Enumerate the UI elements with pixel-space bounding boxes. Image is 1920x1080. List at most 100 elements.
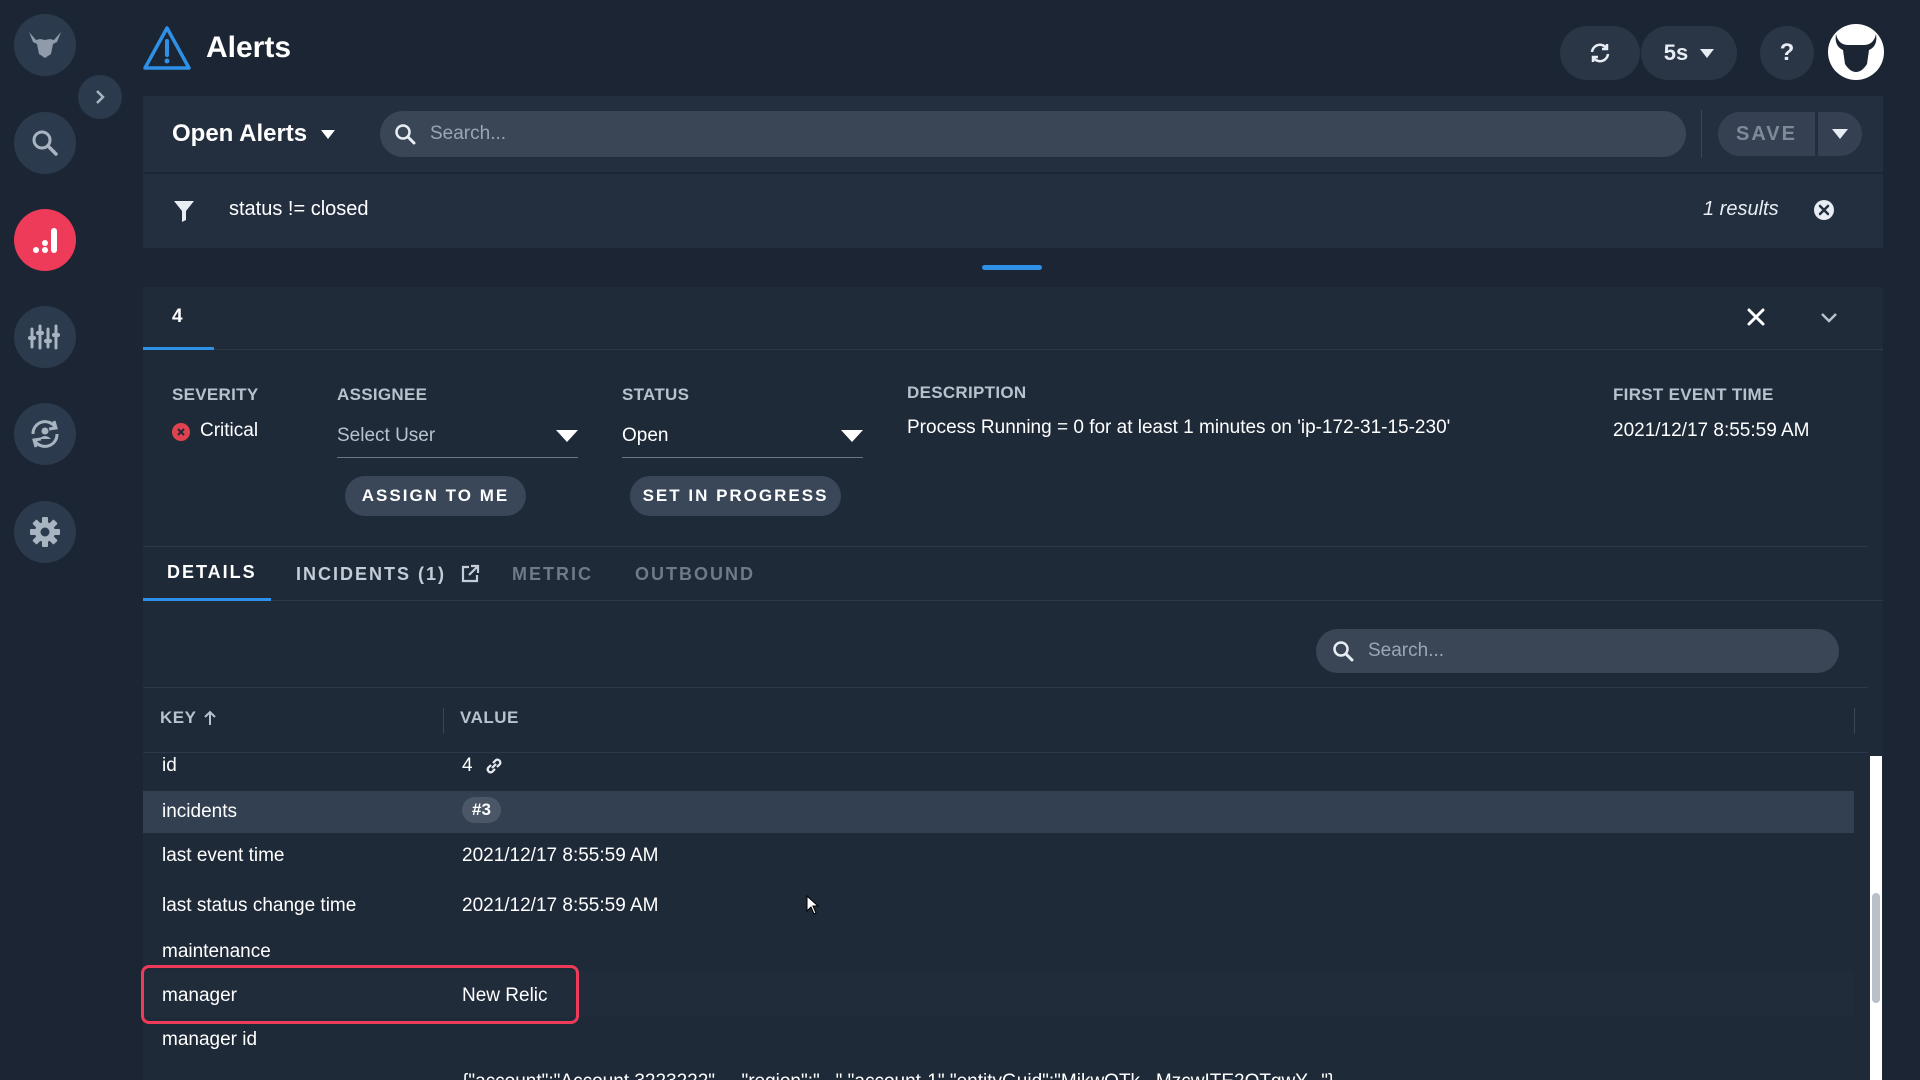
- row-key: last status change time: [162, 895, 357, 916]
- sidebar-logo[interactable]: [14, 14, 76, 76]
- row-value: 2021/12/17 8:55:59 AM: [462, 845, 659, 866]
- sidebar-item-search[interactable]: [14, 112, 76, 174]
- saved-view-label: Open Alerts: [172, 120, 308, 147]
- table-row[interactable]: incidents #3: [143, 791, 1854, 833]
- assignee-label: ASSIGNEE: [337, 385, 428, 404]
- row-key: maintenance: [162, 941, 271, 962]
- table-row[interactable]: last status change time 2021/12/17 8:55:…: [143, 879, 1854, 925]
- sidebar: [0, 0, 122, 1080]
- refresh-interval-select[interactable]: 5s: [1641, 26, 1737, 80]
- key-header-label: KEY: [160, 708, 197, 727]
- saved-view-select[interactable]: Open Alerts: [172, 117, 336, 151]
- chevron-right-icon: [96, 90, 105, 104]
- critical-icon: [172, 423, 190, 441]
- tab-metric[interactable]: METRIC: [512, 547, 593, 601]
- assignee-select[interactable]: Select User: [337, 414, 578, 458]
- bull-logo-icon: [29, 32, 61, 58]
- alerts-toolbar: Open Alerts SAVE: [143, 96, 1883, 172]
- warning-icon: [143, 26, 191, 70]
- description-label: DESCRIPTION: [907, 383, 1027, 402]
- sidebar-item-settings[interactable]: [14, 501, 76, 563]
- sliders-icon: [28, 324, 60, 350]
- row-key: manager id: [162, 1029, 258, 1050]
- link-icon[interactable]: [483, 755, 505, 777]
- save-options-button[interactable]: [1818, 112, 1862, 156]
- row-value-text: 4: [462, 755, 473, 776]
- refresh-interval-value: 5s: [1663, 40, 1689, 65]
- tab-alert[interactable]: 4: [143, 287, 214, 350]
- severity-value: Critical: [200, 420, 259, 441]
- chevron-down-icon[interactable]: [1819, 307, 1839, 327]
- detail-sub-tabs: DETAILS INCIDENTS (1) METRIC OUTBOUND: [143, 547, 1883, 601]
- sidebar-expand-button[interactable]: [78, 75, 122, 119]
- help-button[interactable]: ?: [1760, 26, 1814, 80]
- severity-label: SEVERITY: [172, 385, 259, 404]
- column-header-key[interactable]: KEY: [160, 708, 217, 728]
- row-value: 4: [462, 755, 505, 777]
- row-key: incidents: [162, 801, 237, 822]
- sort-asc-icon: [204, 710, 217, 725]
- table-row[interactable]: id 4: [143, 753, 1854, 791]
- value-header-label: VALUE: [460, 708, 519, 727]
- row-value: #3: [462, 797, 501, 823]
- details-search[interactable]: [1316, 629, 1839, 673]
- refresh-button[interactable]: [1560, 26, 1640, 80]
- caret-down-icon: [1832, 129, 1848, 139]
- sidebar-item-tuning[interactable]: [14, 306, 76, 368]
- alert-tab-bar: 4: [143, 287, 1883, 350]
- clear-icon[interactable]: [1813, 199, 1835, 221]
- sync-icon: [31, 420, 59, 448]
- row-key: id: [162, 755, 177, 776]
- assign-to-me-button[interactable]: ASSIGN TO ME: [345, 476, 526, 516]
- description-value: Process Running = 0 for at least 1 minut…: [907, 417, 1451, 438]
- alerts-search-input[interactable]: [430, 123, 1686, 145]
- tab-incidents[interactable]: INCIDENTS (1): [296, 547, 480, 601]
- column-divider: [1854, 708, 1855, 734]
- status-select[interactable]: Open: [622, 414, 863, 458]
- caret-down-icon: [321, 129, 336, 139]
- first-event-value: 2021/12/17 8:55:59 AM: [1613, 420, 1810, 441]
- help-icon: ?: [1779, 39, 1795, 66]
- table-row[interactable]: last event time 2021/12/17 8:55:59 AM: [143, 833, 1854, 879]
- caret-down-icon: [1700, 48, 1715, 58]
- active-filter-bar: status != closed 1 results: [143, 174, 1883, 248]
- status-label: STATUS: [622, 385, 690, 404]
- page-header: Alerts: [142, 22, 291, 74]
- table-header: KEY VALUE: [143, 687, 1868, 753]
- details-search-input[interactable]: [1368, 640, 1839, 662]
- scrollbar[interactable]: [1870, 756, 1882, 1080]
- column-header-value[interactable]: VALUE: [460, 708, 519, 728]
- results-count: 1 results: [1703, 198, 1779, 220]
- search-icon: [395, 124, 416, 145]
- tab-outbound[interactable]: OUTBOUND: [635, 547, 755, 601]
- close-icon[interactable]: [1746, 307, 1766, 327]
- alerts-icon: [33, 228, 57, 253]
- set-in-progress-button[interactable]: SET IN PROGRESS: [630, 476, 841, 516]
- sidebar-item-alerts[interactable]: [14, 209, 76, 271]
- mouse-cursor-icon: [806, 895, 820, 915]
- search-icon: [32, 130, 58, 156]
- assignee-placeholder: Select User: [337, 424, 436, 446]
- column-divider: [443, 708, 444, 734]
- scrollbar-thumb[interactable]: [1872, 893, 1880, 1003]
- alerts-search[interactable]: [380, 111, 1686, 157]
- caret-down-icon: [841, 429, 863, 442]
- avatar[interactable]: [1828, 24, 1884, 80]
- incident-badge[interactable]: #3: [462, 797, 501, 823]
- status-value: Open: [622, 424, 669, 446]
- truncated-value: {"account":"Account 3223222",... "region…: [462, 1071, 1334, 1080]
- sidebar-item-sync[interactable]: [14, 403, 76, 465]
- bull-avatar-icon: [1835, 34, 1877, 72]
- tab-details[interactable]: DETAILS: [143, 547, 271, 601]
- save-button[interactable]: SAVE: [1718, 112, 1815, 156]
- resize-handle[interactable]: [982, 265, 1042, 270]
- row-key: last event time: [162, 845, 285, 866]
- table-row[interactable]: manager id: [143, 1017, 1854, 1063]
- external-link-icon: [461, 564, 480, 583]
- row-value: 2021/12/17 8:55:59 AM: [462, 895, 659, 916]
- first-event-label: FIRST EVENT TIME: [1613, 385, 1774, 404]
- filter-icon[interactable]: [173, 199, 195, 223]
- highlight-annotation: [141, 965, 579, 1024]
- filter-query[interactable]: status != closed: [229, 198, 369, 221]
- page-title: Alerts: [206, 31, 292, 64]
